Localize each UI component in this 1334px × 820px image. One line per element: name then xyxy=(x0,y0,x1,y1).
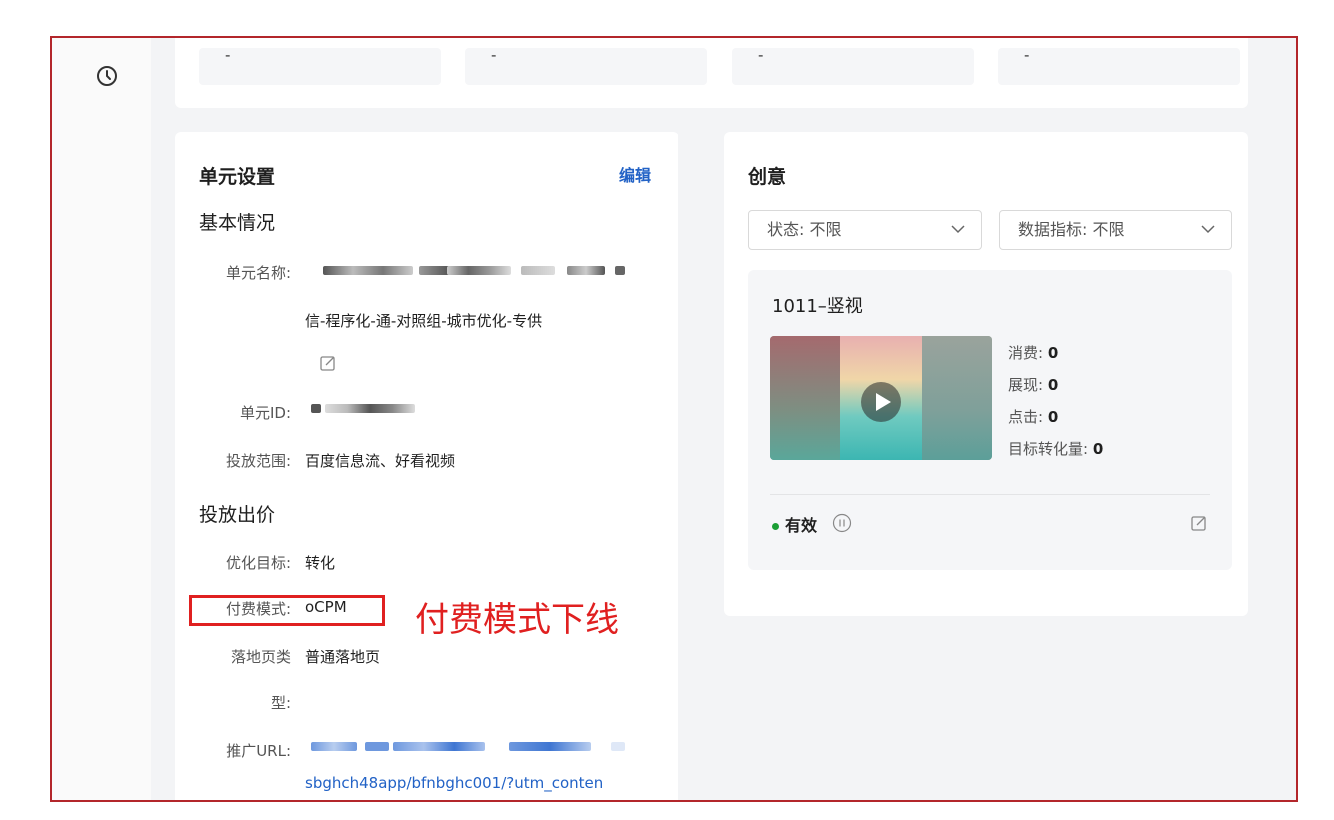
url-value[interactable]: sbghch48app/bfnbghc001/?utm_conten xyxy=(305,774,603,792)
basic-info-heading: 基本情况 xyxy=(199,212,276,234)
status-text: 有效 xyxy=(785,516,818,535)
pause-icon[interactable] xyxy=(832,513,852,533)
bid-heading: 投放出价 xyxy=(199,504,276,526)
metric-filter-label: 数据指标: 不限 xyxy=(1018,220,1125,239)
edit-icon[interactable] xyxy=(1190,514,1208,532)
creative-item[interactable]: 1011–竖视 消费: 0 展现: 0 点击: 0 目标转化量: 0 有效 xyxy=(748,270,1232,570)
stat-label: 消费: xyxy=(1008,344,1044,362)
status-dot xyxy=(772,523,779,530)
metric-box: - xyxy=(732,48,974,85)
scope-value: 百度信息流、好看视频 xyxy=(305,452,456,470)
clock-icon[interactable] xyxy=(96,65,118,87)
divider xyxy=(770,494,1210,495)
highlight-box xyxy=(189,595,385,626)
unit-name-label: 单元名称: xyxy=(225,264,291,282)
target-label: 优化目标: xyxy=(225,554,291,572)
chevron-down-icon xyxy=(951,225,965,234)
stat-value: 0 xyxy=(1047,344,1059,362)
creative-title: 创意 xyxy=(748,166,787,188)
stat-clicks: 点击: 0 xyxy=(1008,406,1058,427)
annotation-text: 付费模式下线 xyxy=(415,600,619,640)
metrics-card: - - - - xyxy=(175,38,1248,108)
metric-filter-select[interactable]: 数据指标: 不限 xyxy=(999,210,1232,250)
metric-box: - xyxy=(465,48,707,85)
stat-value: 0 xyxy=(1047,408,1059,426)
landing-type-label-cont: 型: xyxy=(270,694,291,712)
status-filter-select[interactable]: 状态: 不限 xyxy=(748,210,982,250)
screenshot-frame: - - - - 单元设置 编辑 基本情况 单元名称: 信-程序化-通-对照组-城… xyxy=(50,36,1298,802)
edit-unit-link[interactable]: 编辑 xyxy=(619,162,651,186)
play-icon[interactable] xyxy=(860,381,902,423)
metric-value: - xyxy=(225,46,231,64)
metric-value: - xyxy=(758,46,764,64)
main-content: - - - - 单元设置 编辑 基本情况 单元名称: 信-程序化-通-对照组-城… xyxy=(151,38,1296,800)
unit-settings-title: 单元设置 xyxy=(199,166,276,188)
stat-spend: 消费: 0 xyxy=(1008,342,1058,363)
status-indicator: 有效 xyxy=(772,512,817,536)
target-value: 转化 xyxy=(305,554,336,572)
creative-card: 创意 状态: 不限 数据指标: 不限 1011–竖视 消费: 0 展现: 0 点… xyxy=(724,132,1248,616)
stat-label: 目标转化量: xyxy=(1008,440,1089,458)
stat-value: 0 xyxy=(1047,376,1059,394)
unit-name-value: 信-程序化-通-对照组-城市优化-专供 xyxy=(305,312,543,330)
column-gap xyxy=(678,132,698,800)
stat-label: 展现: xyxy=(1008,376,1044,394)
scope-label: 投放范围: xyxy=(225,452,291,470)
metric-box: - xyxy=(199,48,441,85)
left-rail xyxy=(52,38,152,800)
chevron-down-icon xyxy=(1201,225,1215,234)
metric-value: - xyxy=(491,46,497,64)
stat-impressions: 展现: 0 xyxy=(1008,374,1058,395)
metric-value: - xyxy=(1024,46,1030,64)
url-label: 推广URL: xyxy=(226,742,291,760)
landing-type-value: 普通落地页 xyxy=(305,648,381,666)
stat-value: 0 xyxy=(1092,440,1104,458)
stat-conversions: 目标转化量: 0 xyxy=(1008,438,1103,459)
video-thumbnail[interactable] xyxy=(770,336,992,460)
metric-box: - xyxy=(998,48,1240,85)
status-filter-label: 状态: 不限 xyxy=(767,220,842,239)
edit-icon[interactable] xyxy=(319,354,337,372)
stat-label: 点击: xyxy=(1008,408,1044,426)
unit-settings-card: 单元设置 编辑 基本情况 单元名称: 信-程序化-通-对照组-城市优化-专供 单… xyxy=(175,132,679,800)
landing-type-label: 落地页类 xyxy=(230,648,291,666)
creative-name: 1011–竖视 xyxy=(772,296,863,317)
unit-id-label: 单元ID: xyxy=(239,404,291,422)
